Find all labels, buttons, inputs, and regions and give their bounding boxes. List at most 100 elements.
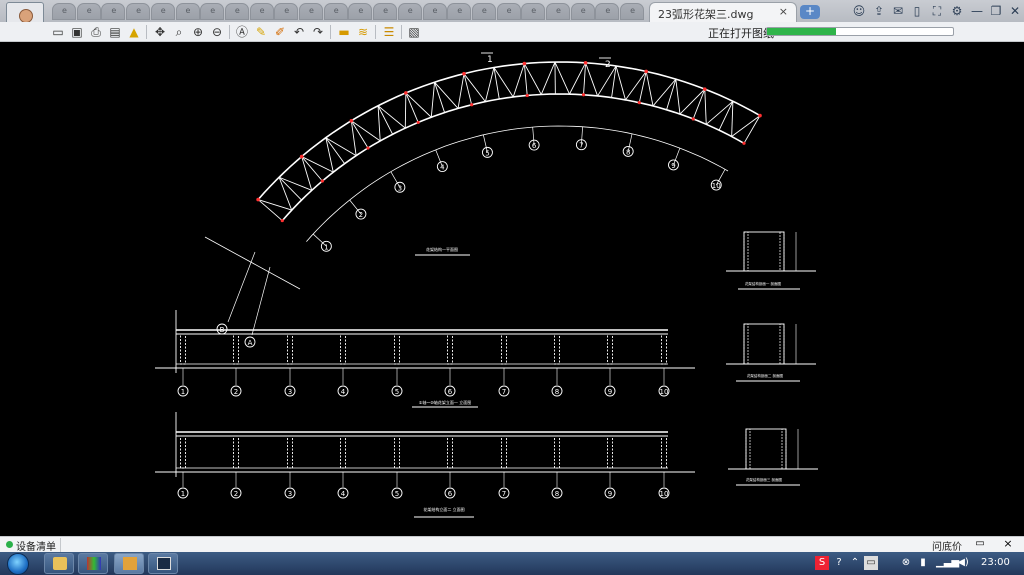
truss-diagonal [350, 120, 357, 156]
document-tab[interactable]: e [397, 3, 422, 20]
document-tab[interactable]: e [323, 3, 348, 20]
document-tab[interactable]: e [595, 3, 620, 20]
document-tab[interactable]: e [299, 3, 323, 20]
tab-icon: e [630, 6, 636, 15]
grid-label: 7 [502, 388, 506, 396]
drawing-canvas[interactable]: 12345678910AB12 1234567891012345678910 花… [0, 42, 1024, 536]
ime-icon[interactable]: S [815, 556, 829, 570]
truss-diagonal [540, 61, 556, 95]
new-tab-button[interactable]: + [800, 5, 820, 19]
close-panel-icon[interactable]: × [1000, 537, 1016, 552]
document-tab[interactable]: e [422, 3, 447, 20]
close-tab-icon[interactable]: × [779, 5, 788, 18]
message-icon[interactable]: ▭ [972, 538, 988, 551]
display-taskbar-button[interactable] [148, 553, 178, 574]
layers-icon[interactable]: ☰ [381, 24, 397, 40]
column [394, 333, 400, 365]
explorer-taskbar-button[interactable] [44, 553, 74, 574]
minimize-icon[interactable]: — [969, 3, 985, 19]
volume-icon[interactable]: ◀) [956, 556, 970, 570]
document-tab[interactable]: e [570, 3, 595, 20]
cad-viewer-taskbar-button[interactable] [114, 553, 144, 574]
document-tab[interactable]: e [447, 3, 472, 20]
redo-icon[interactable]: ↷ [310, 24, 326, 40]
dimension-icon[interactable]: ≋ [355, 24, 371, 40]
zoom-window-icon[interactable]: ⌕ [171, 24, 187, 40]
document-tab[interactable]: e [76, 3, 101, 20]
column [394, 435, 400, 469]
document-tab[interactable]: e [546, 3, 570, 20]
tray-expand-icon[interactable]: ⌃ [848, 556, 862, 570]
grid-label: 9 [608, 388, 612, 396]
document-tab[interactable]: e [249, 3, 274, 20]
tab-icon: e [333, 6, 339, 15]
print-icon[interactable]: ⎙ [88, 24, 104, 40]
pencil-icon[interactable]: ✎ [253, 24, 269, 40]
column [340, 435, 346, 469]
text-icon[interactable]: Ⓐ [234, 24, 250, 40]
window-close-icon[interactable]: ✕ [1007, 3, 1023, 19]
document-tab[interactable]: e [150, 3, 175, 20]
zoom-in-icon[interactable]: ⊕ [190, 24, 206, 40]
pan-icon[interactable]: ✥ [152, 24, 168, 40]
restore-icon[interactable]: ❐ [988, 3, 1004, 19]
grid-label: 10 [660, 490, 669, 498]
section-mark: 2 [605, 60, 611, 70]
active-document-tab[interactable]: 23弧形花架三.dwg × [649, 2, 797, 22]
truss-inner-chord [281, 93, 745, 222]
section-mark: 1 [487, 55, 493, 65]
grid-label: 7 [579, 142, 583, 150]
measure-icon[interactable]: ▬ [336, 24, 352, 40]
truss-diagonal [652, 78, 677, 107]
document-tab[interactable]: e [52, 3, 76, 20]
truss-diagonal [615, 65, 626, 100]
truss-diagonal [569, 62, 586, 95]
ask-price-link[interactable]: 问底价 [932, 538, 962, 553]
network-icon[interactable]: ▁▃▅ [936, 556, 959, 570]
tray-app-icon[interactable]: ▭ [864, 556, 878, 570]
document-tab[interactable]: e [521, 3, 546, 20]
share-icon[interactable]: ⇪ [871, 3, 887, 19]
chat-icon[interactable]: ✉ [890, 3, 906, 19]
undo-icon[interactable]: ↶ [291, 24, 307, 40]
truss-diagonal [278, 176, 312, 191]
mobile-icon[interactable]: ▯ [909, 3, 925, 19]
save-icon[interactable]: ▣ [69, 24, 85, 40]
grid-label: 3 [288, 388, 292, 396]
grid-label: 2 [359, 211, 363, 219]
device-icon[interactable]: ▮ [916, 556, 930, 570]
archiver-taskbar-button[interactable] [78, 553, 108, 574]
document-tab[interactable]: e [348, 3, 373, 20]
tab-icon: e [62, 6, 67, 15]
highlighter-icon[interactable]: ✐ [272, 24, 288, 40]
document-tab[interactable]: e [200, 3, 225, 20]
document-tab[interactable]: e [373, 3, 398, 20]
users-icon[interactable]: ☺ [851, 3, 867, 19]
truss-diagonal [731, 115, 761, 137]
document-tab[interactable]: e [101, 3, 126, 20]
document-tab[interactable]: e [126, 3, 151, 20]
export-pdf-icon[interactable]: ▤ [107, 24, 123, 40]
properties-icon[interactable]: ▧ [406, 24, 422, 40]
truss-diagonal [512, 63, 525, 98]
document-tab[interactable]: e [224, 3, 249, 20]
section-column [779, 231, 785, 272]
zoom-out-icon[interactable]: ⊖ [209, 24, 225, 40]
document-tab[interactable]: e [274, 3, 299, 20]
open-icon[interactable]: ▭ [50, 24, 66, 40]
fullscreen-icon[interactable]: ⛶ [929, 3, 945, 19]
start-button[interactable] [4, 552, 34, 575]
lock-icon[interactable]: ▲ [126, 24, 142, 40]
security-icon[interactable]: ⊗ [899, 556, 913, 570]
document-tab[interactable]: e [496, 3, 521, 20]
document-tab[interactable]: e [175, 3, 200, 20]
help-icon[interactable]: ? [832, 556, 846, 570]
truss-diagonal [278, 177, 293, 211]
document-tab[interactable]: e [471, 3, 496, 20]
settings-gear-icon[interactable]: ⚙ [949, 3, 965, 19]
node-marker [525, 93, 529, 98]
device-list-tab[interactable]: 设备清单 [4, 538, 61, 553]
toolbar: ▭ ▣ ⎙ ▤ ▲ ✥ ⌕ ⊕ ⊖ Ⓐ ✎ ✐ ↶ ↷ ▬ ≋ ☰ ▧ 正在打开… [0, 22, 1024, 42]
node-marker [758, 113, 762, 118]
document-tab[interactable]: e [620, 3, 645, 20]
